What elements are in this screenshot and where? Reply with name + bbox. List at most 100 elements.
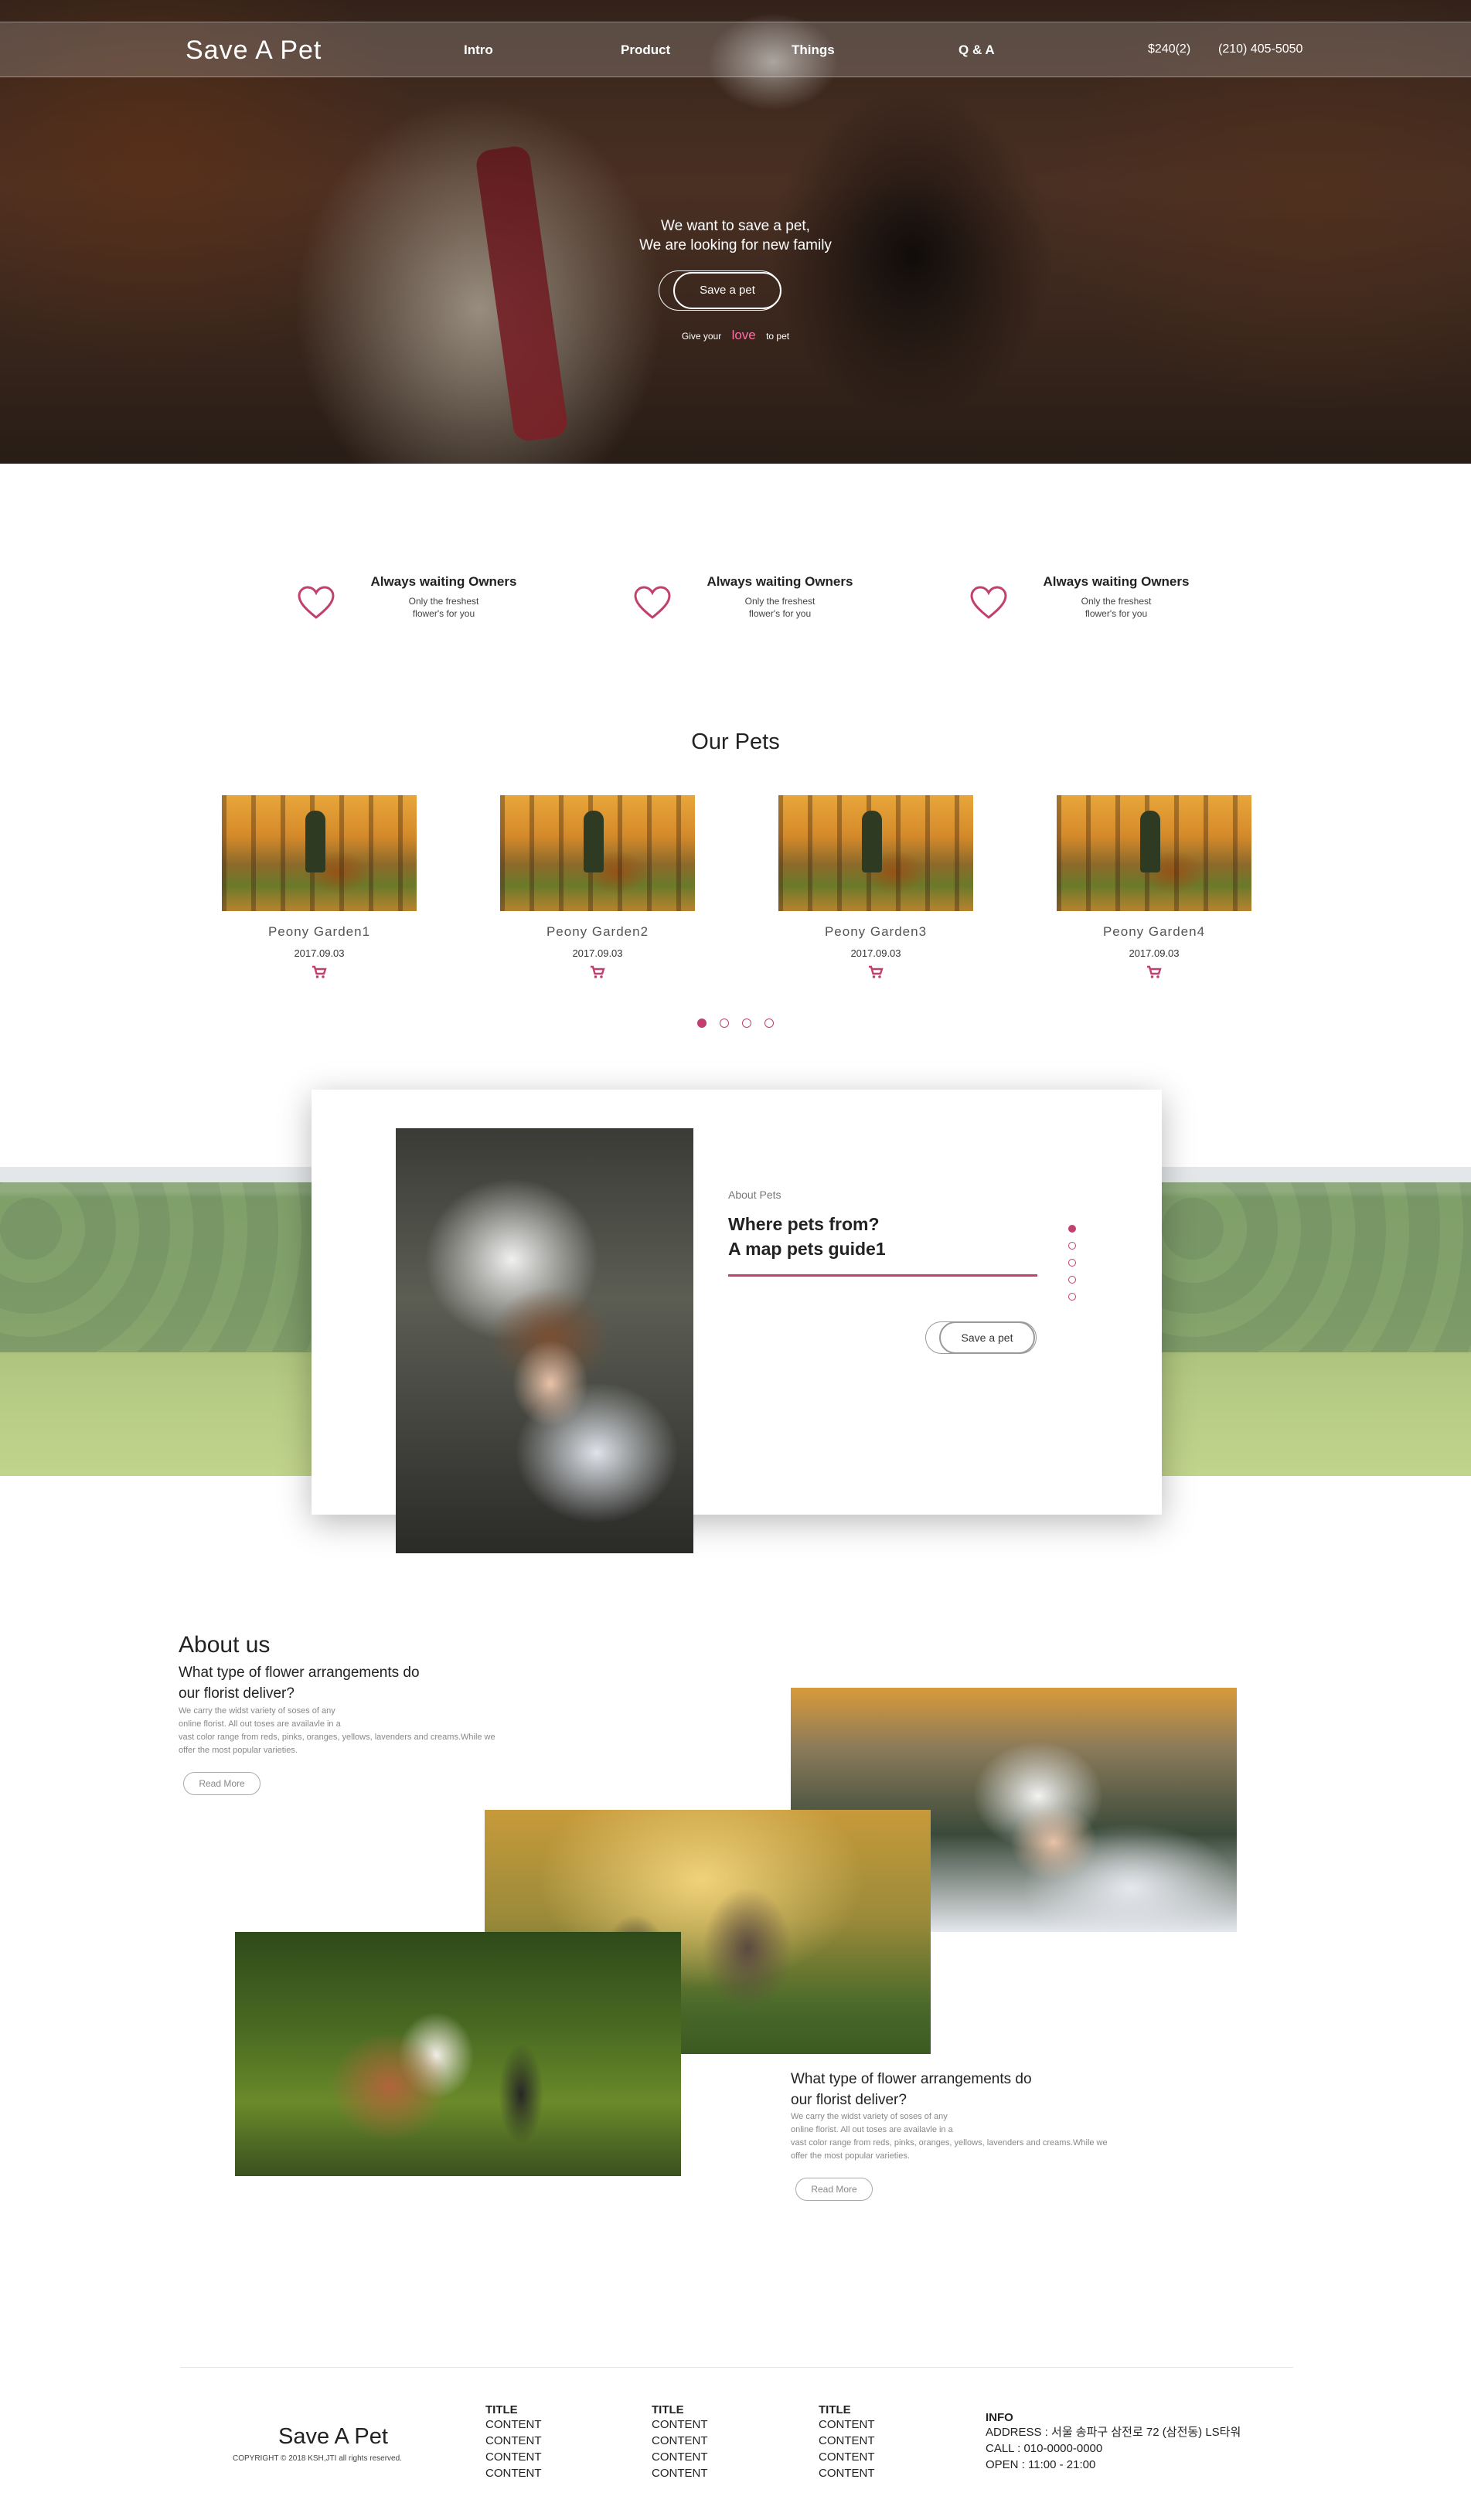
cart-icon[interactable]	[778, 965, 973, 983]
heart-icon	[970, 586, 1007, 619]
footer-column-title: TITLE	[652, 2403, 684, 2416]
about-us-subtitle-3: What type of flower arrangements do	[791, 2071, 1032, 2087]
pet-photo-2[interactable]	[500, 795, 695, 911]
about-us-body-4: offer the most popular varieties.	[179, 1746, 298, 1755]
footer-call: CALL : 010-0000-0000	[986, 2442, 1103, 2455]
pet-card-4[interactable]: Peony Garden4 2017.09.03	[1057, 795, 1251, 983]
pet-card-2[interactable]: Peony Garden2 2017.09.03	[500, 795, 695, 983]
feature-3-desc-1: Only the freshest	[1081, 596, 1152, 607]
feature-2-desc-1: Only the freshest	[744, 596, 816, 607]
cart-icon[interactable]	[1057, 965, 1251, 983]
slider-dot-2[interactable]	[720, 1019, 729, 1028]
feature-1-title: Always waiting Owners	[370, 574, 517, 589]
footer-column-1: TITLE CONTENT CONTENT CONTENT CONTENT	[485, 2403, 542, 2481]
footer-link[interactable]: CONTENT	[485, 2465, 542, 2481]
feature-2	[633, 585, 672, 624]
hero-tagline-before: Give your	[681, 331, 722, 342]
nav-item-product[interactable]: Product	[621, 43, 670, 58]
about-us-subtitle-1: What type of flower arrangements do	[179, 1665, 420, 1681]
nav-item-qa[interactable]: Q & A	[959, 43, 995, 58]
footer-column-2: TITLE CONTENT CONTENT CONTENT CONTENT	[652, 2403, 708, 2481]
feature-3-desc-2: flower's for you	[1085, 608, 1148, 619]
footer-info: INFO ADDRESS : 서울 송파구 삼전로 72 (삼전동) LS타워 …	[986, 2411, 1241, 2473]
nav-phone: (210) 405-5050	[1218, 43, 1303, 56]
about-us-body-2: online florist. All out toses are availa…	[179, 1719, 341, 1729]
about-pets-underline	[728, 1274, 1037, 1277]
pet-card-1[interactable]: Peony Garden1 2017.09.03	[222, 795, 417, 983]
footer-link[interactable]: CONTENT	[652, 2433, 708, 2449]
vertical-dot-5[interactable]	[1068, 1293, 1076, 1301]
footer-link[interactable]: CONTENT	[485, 2416, 542, 2433]
about-pets-title-1: Where pets from?	[728, 1214, 880, 1234]
husky-baby-photo	[396, 1128, 693, 1553]
pet-photo-3[interactable]	[778, 795, 973, 911]
hero-headline-2: We are looking for new family	[639, 237, 832, 253]
about-us-subtitle-2: our florist deliver?	[179, 1685, 295, 1702]
about-us-heading: About us	[179, 1632, 271, 1658]
footer-link[interactable]: CONTENT	[485, 2449, 542, 2465]
our-pets-title: Our Pets	[691, 729, 780, 754]
footer-column-title: TITLE	[485, 2403, 518, 2416]
footer-copyright: COPYRIGHT © 2018 KSH,JTI all rights rese…	[233, 2454, 402, 2463]
pet-date-1: 2017.09.03	[294, 947, 345, 959]
feature-1-desc-2: flower's for you	[412, 608, 475, 619]
about-pets-label: About Pets	[728, 1189, 781, 1201]
about-us-body-1: We carry the widst variety of soses of a…	[179, 1706, 335, 1716]
about-us-body-3: vast color range from reds, pinks, orang…	[179, 1733, 495, 1742]
feature-1-desc-1: Only the freshest	[408, 596, 479, 607]
nav-cart-total[interactable]: $240(2)	[1148, 43, 1190, 56]
pet-photo-1[interactable]	[222, 795, 417, 911]
about-us-body-7: vast color range from reds, pinks, orang…	[791, 2138, 1108, 2148]
pet-date-2: 2017.09.03	[572, 947, 623, 959]
footer-link[interactable]: CONTENT	[819, 2416, 875, 2433]
cart-icon[interactable]	[500, 965, 695, 983]
footer-link[interactable]: CONTENT	[485, 2433, 542, 2449]
about-us-body-6: online florist. All out toses are availa…	[791, 2125, 953, 2134]
feature-2-title: Always waiting Owners	[707, 574, 853, 589]
footer-logo[interactable]: Save A Pet	[278, 2424, 388, 2450]
footer-link[interactable]: CONTENT	[819, 2433, 875, 2449]
about-us-body-5: We carry the widst variety of soses of a…	[791, 2112, 948, 2121]
hero-tagline-after: to pet	[766, 331, 790, 342]
footer-link[interactable]: CONTENT	[652, 2449, 708, 2465]
hero-tagline: Give your love to pet	[0, 328, 1471, 343]
slider-dot-1[interactable]	[697, 1019, 707, 1028]
pet-date-3: 2017.09.03	[850, 947, 901, 959]
footer-link[interactable]: CONTENT	[652, 2416, 708, 2433]
park-background-right	[1162, 1167, 1471, 1476]
footer-address: ADDRESS : 서울 송파구 삼전로 72 (삼전동) LS타워	[986, 2426, 1241, 2439]
footer-link[interactable]: CONTENT	[652, 2465, 708, 2481]
slider-dot-3[interactable]	[742, 1019, 751, 1028]
feature-1	[297, 585, 335, 624]
footer-column-title: TITLE	[819, 2403, 851, 2416]
vertical-dot-1[interactable]	[1068, 1225, 1076, 1233]
vertical-dot-4[interactable]	[1068, 1276, 1076, 1284]
cart-icon[interactable]	[222, 965, 417, 983]
about-us-body-8: offer the most popular varieties.	[791, 2151, 910, 2161]
vertical-dot-2[interactable]	[1068, 1242, 1076, 1250]
pet-photo-4[interactable]	[1057, 795, 1251, 911]
nav-item-things[interactable]: Things	[792, 43, 835, 58]
pet-card-3[interactable]: Peony Garden3 2017.09.03	[778, 795, 973, 983]
pet-name-4: Peony Garden4	[1102, 924, 1206, 939]
pet-date-4: 2017.09.03	[1129, 947, 1180, 959]
hero-tagline-love: love	[731, 328, 756, 342]
slider-dot-4[interactable]	[764, 1019, 774, 1028]
footer-column-3: TITLE CONTENT CONTENT CONTENT CONTENT	[819, 2403, 875, 2481]
read-more-button-2[interactable]: Read More	[795, 2178, 873, 2201]
footer-link[interactable]: CONTENT	[819, 2449, 875, 2465]
child-st-bernard-photo	[235, 1932, 681, 2176]
heart-icon	[298, 586, 335, 619]
about-pets-save-button[interactable]: Save a pet	[939, 1321, 1035, 1354]
site-logo[interactable]: Save A Pet	[186, 36, 322, 66]
feature-2-desc-2: flower's for you	[748, 608, 812, 619]
footer-link[interactable]: CONTENT	[819, 2465, 875, 2481]
feature-3-title: Always waiting Owners	[1043, 574, 1190, 589]
pet-name-3: Peony Garden3	[824, 924, 928, 939]
park-background-left	[0, 1167, 312, 1476]
vertical-dot-3[interactable]	[1068, 1259, 1076, 1267]
read-more-button-1[interactable]: Read More	[183, 1772, 260, 1795]
footer-info-title: INFO	[986, 2411, 1013, 2424]
hero-save-pet-button[interactable]: Save a pet	[673, 272, 781, 309]
nav-item-intro[interactable]: Intro	[464, 43, 493, 58]
